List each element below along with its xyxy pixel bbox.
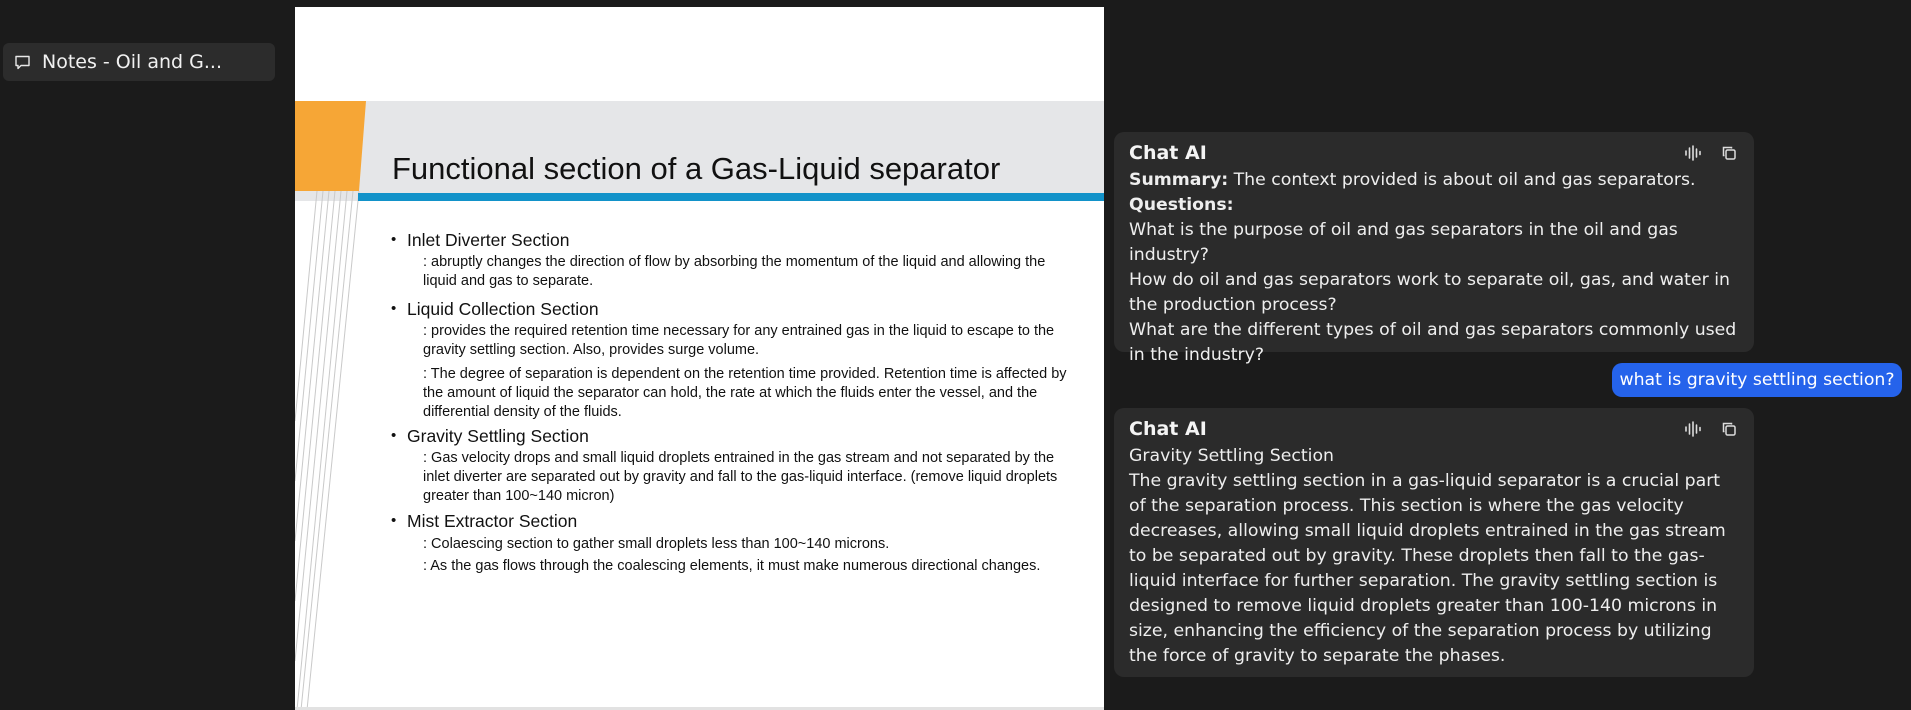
section-heading: Mist Extractor Section	[391, 510, 1071, 532]
question-item: How do oil and gas separators work to se…	[1129, 270, 1730, 315]
message-body: Summary: The context provided is about o…	[1129, 168, 1739, 368]
message-sender: Chat AI	[1129, 142, 1207, 164]
sidebar-note-item[interactable]: Notes - Oil and G...	[3, 43, 275, 81]
section-detail: : As the gas flows through the coalescin…	[423, 558, 1041, 574]
summary-label: Summary:	[1129, 170, 1229, 190]
message-body: Gravity Settling Section The gravity set…	[1129, 444, 1739, 669]
section-detail: : Colaescing section to gather small dro…	[423, 536, 890, 552]
answer-text: The gravity settling section in a gas-li…	[1129, 471, 1726, 666]
audio-wave-icon[interactable]	[1683, 144, 1703, 162]
question-item: What are the different types of oil and …	[1129, 320, 1737, 365]
slide-view: Functional section of a Gas-Liquid separ…	[295, 7, 1104, 710]
section-detail: : abruptly changes the direction of flow…	[423, 254, 1046, 289]
audio-wave-icon[interactable]	[1683, 420, 1703, 438]
ai-message-card: Chat AI Gravity Settling Section The gra…	[1114, 408, 1754, 677]
chat-bubble-icon	[14, 53, 32, 71]
copy-icon[interactable]	[1719, 144, 1739, 162]
section-detail: : The degree of separation is dependent …	[423, 366, 1067, 420]
section-heading: Gravity Settling Section	[391, 425, 1071, 447]
slide-title: Functional section of a Gas-Liquid separ…	[392, 151, 1001, 186]
question-item: What is the purpose of oil and gas separ…	[1129, 220, 1678, 265]
section-detail: : provides the required retention time n…	[423, 323, 1055, 358]
message-sender: Chat AI	[1129, 418, 1207, 440]
answer-heading: Gravity Settling Section	[1129, 446, 1334, 466]
note-title: Notes - Oil and G...	[42, 51, 222, 73]
slide-content: Inlet Diverter Section : abruptly change…	[391, 229, 1071, 576]
questions-label: Questions:	[1129, 195, 1234, 215]
copy-icon[interactable]	[1719, 420, 1739, 438]
summary-text: The context provided is about oil and ga…	[1228, 170, 1696, 190]
section-detail: : Gas velocity drops and small liquid dr…	[423, 450, 1058, 504]
ai-message-card: Chat AI Summary: The context provided is…	[1114, 132, 1754, 365]
section-heading: Inlet Diverter Section	[391, 229, 1071, 251]
section-heading: Liquid Collection Section	[391, 298, 1071, 320]
user-message-bubble: what is gravity settling section?	[1612, 363, 1902, 397]
title-underline	[358, 193, 1104, 201]
